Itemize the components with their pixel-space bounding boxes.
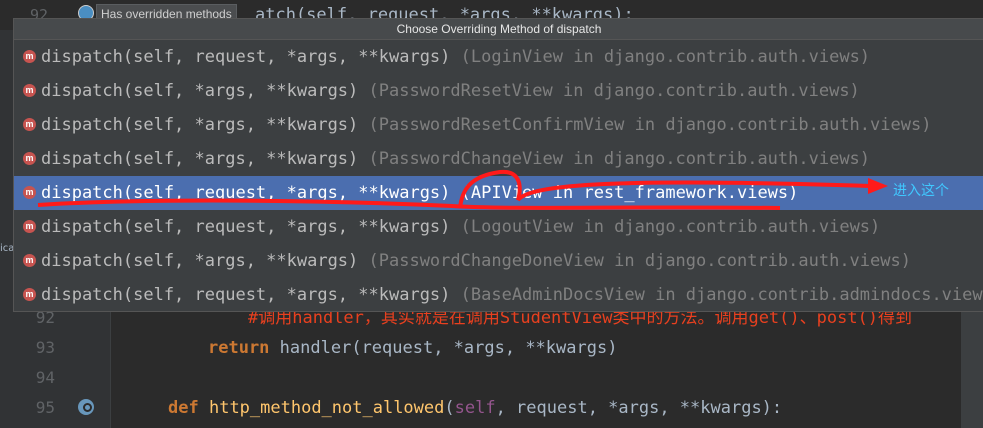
method-icon: m [23, 254, 36, 267]
method-signature: dispatch(self, request, *args, **kwargs) [41, 183, 461, 203]
method-signature: dispatch(self, *args, **kwargs) [41, 81, 369, 101]
method-signature-row: dispatch(self, *args, **kwargs) (Passwor… [41, 108, 931, 142]
method-list-item[interactable]: m dispatch(self, request, *args, **kwargs… [14, 40, 983, 74]
method-signature: dispatch(self, request, *args, **kwargs) [41, 217, 461, 237]
method-list-item[interactable]: m dispatch(self, *args, **kwargs) (Passwo… [14, 244, 983, 278]
handler-call: handler [279, 338, 352, 358]
method-icon: m [23, 50, 36, 63]
method-list-item[interactable]: m dispatch(self, request, *args, **kwargs… [14, 210, 983, 244]
method-icon: m [23, 152, 36, 165]
method-list-item[interactable]: m dispatch(self, *args, **kwargs) (Passwo… [14, 142, 983, 176]
method-icon: m [23, 186, 36, 199]
method-list-item[interactable]: m dispatch(self, request, *args, **kwargs… [14, 176, 983, 210]
line-number: 93 [35, 338, 55, 357]
method-name: http_method_not_allowed [208, 398, 445, 418]
override-gutter-icon[interactable] [78, 399, 94, 415]
method-list-item[interactable]: m dispatch(self, *args, **kwargs) (Passwo… [14, 108, 983, 142]
method-signature-row: dispatch(self, *args, **kwargs) (Passwor… [41, 74, 860, 108]
method-signature: dispatch(self, *args, **kwargs) [41, 149, 369, 169]
method-signature-row: dispatch(self, request, *args, **kwargs)… [41, 210, 880, 244]
method-list-item[interactable]: m dispatch(self, *args, **kwargs) (Passwo… [14, 74, 983, 108]
method-signature-row: dispatch(self, *args, **kwargs) (Passwor… [41, 244, 911, 278]
method-list: m dispatch(self, request, *args, **kwargs… [14, 40, 983, 311]
method-location: (PasswordChangeView in django.contrib.au… [368, 149, 871, 169]
method-icon: m [23, 118, 36, 131]
method-signature: dispatch(self, *args, **kwargs) [41, 251, 369, 271]
method-signature: dispatch(self, request, *args, **kwargs) [41, 47, 461, 67]
line-number: 94 [35, 368, 55, 387]
method-location: (PasswordResetView in django.contrib.aut… [368, 81, 860, 101]
method-signature: dispatch(self, request, *args, **kwargs) [41, 285, 461, 305]
choose-overriding-method-popup: Choose Overriding Method of dispatch m di… [13, 18, 983, 312]
method-list-item[interactable]: m dispatch(self, request, *args, **kwargs… [14, 278, 983, 311]
method-definition: def http_method_not_allowed(self, reques… [168, 398, 783, 418]
method-icon: m [23, 220, 36, 233]
method-location: (PasswordResetConfirmView in django.cont… [368, 115, 932, 135]
handler-args: (request, *args, **kwargs) [351, 338, 618, 358]
method-params: , request, *args, **kwargs): [495, 398, 783, 418]
method-signature-row: dispatch(self, *args, **kwargs) (Passwor… [41, 142, 870, 176]
method-location: (APIView in rest_framework.views) [460, 183, 799, 203]
keyword-return: return [208, 338, 270, 358]
keyword-def: def [168, 398, 199, 418]
method-icon: m [23, 84, 36, 97]
self-param: self [454, 398, 496, 418]
method-location: (BaseAdminDocsView in django.contrib.adm… [460, 285, 983, 305]
method-signature-row: dispatch(self, request, *args, **kwargs)… [41, 40, 870, 74]
method-signature-row: dispatch(self, request, *args, **kwargs)… [41, 176, 798, 210]
return-statement: return handler(request, *args, **kwargs) [208, 331, 617, 365]
method-signature: dispatch(self, *args, **kwargs) [41, 115, 369, 135]
method-signature-row: dispatch(self, request, *args, **kwargs)… [41, 278, 983, 311]
method-location: (LoginView in django.contrib.auth.views) [460, 47, 871, 67]
method-location: (PasswordChangeDoneView in django.contri… [368, 251, 911, 271]
popup-title: Choose Overriding Method of dispatch [14, 19, 983, 40]
method-icon: m [23, 288, 36, 301]
line-number: 95 [35, 398, 55, 417]
method-location: (LogoutView in django.contrib.auth.views… [460, 217, 881, 237]
